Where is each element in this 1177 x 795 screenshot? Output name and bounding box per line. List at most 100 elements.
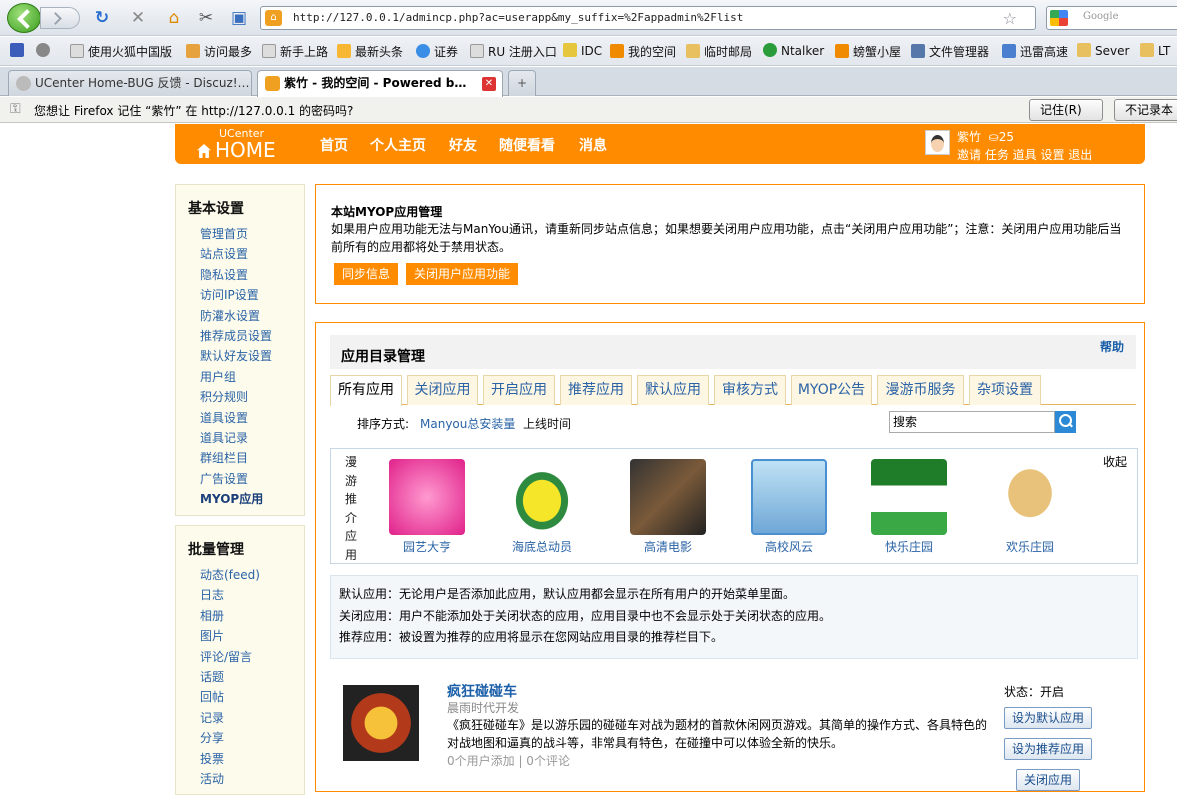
bookmark-item[interactable]: 最新头条: [337, 43, 403, 60]
close-tab-icon[interactable]: ✕: [482, 77, 496, 91]
close-app-button[interactable]: 关闭应用: [1016, 769, 1081, 791]
sidebar-item[interactable]: 记录: [176, 708, 304, 728]
rec-app-name[interactable]: 海底总动员: [487, 538, 597, 555]
tab-myop-notice[interactable]: MYOP公告: [791, 375, 872, 405]
sidebar-item[interactable]: 分享: [176, 728, 304, 748]
rec-app[interactable]: 高校风云: [734, 459, 844, 555]
bookmark-item[interactable]: LT: [1140, 43, 1170, 58]
nav-friends[interactable]: 好友: [449, 135, 477, 155]
sidebar-item-myop-current[interactable]: MYOP应用: [176, 489, 304, 509]
sidebar-item[interactable]: 道具记录: [176, 428, 304, 448]
bookmark-item[interactable]: 新手上路: [262, 43, 328, 60]
sidebar-item[interactable]: 站点设置: [176, 244, 304, 264]
set-recommended-button[interactable]: 设为推荐应用: [1004, 738, 1093, 760]
remember-password-button[interactable]: 记住(R): [1029, 99, 1103, 121]
user-name[interactable]: 紫竹: [957, 130, 981, 144]
window-icon[interactable]: ▣: [229, 8, 249, 28]
stop-icon[interactable]: ✕: [128, 8, 148, 28]
rec-app[interactable]: 园艺大亨: [372, 459, 482, 555]
sidebar-item[interactable]: 广告设置: [176, 469, 304, 489]
back-button[interactable]: [7, 3, 41, 33]
sort-by-installs[interactable]: Manyou总安装量: [420, 415, 515, 432]
app-search-input[interactable]: 搜索: [889, 411, 1055, 433]
sidebar-item[interactable]: 推荐成员设置: [176, 326, 304, 346]
new-tab-button[interactable]: +: [508, 70, 536, 96]
sidebar-item[interactable]: 积分规则: [176, 387, 304, 407]
bookmark-item[interactable]: RU 注册入口: [470, 43, 557, 60]
web-search-box[interactable]: Google: [1046, 6, 1177, 30]
sort-by-date[interactable]: 上线时间: [523, 415, 571, 432]
sidebar-item[interactable]: 相册: [176, 606, 304, 626]
sidebar-item[interactable]: 动态(feed): [176, 565, 304, 585]
forward-button[interactable]: [40, 7, 80, 29]
nav-profile[interactable]: 个人主页: [370, 135, 426, 155]
tab-coin-service[interactable]: 漫游币服务: [877, 375, 964, 405]
bookmark-item[interactable]: 证券: [416, 43, 458, 60]
bookmark-item[interactable]: Sever: [1077, 43, 1129, 58]
history-icon[interactable]: [36, 43, 54, 58]
app-name[interactable]: 疯狂碰碰车: [447, 681, 517, 701]
bookmark-menu-icon[interactable]: [10, 43, 28, 58]
rec-app-name[interactable]: 快乐庄园: [854, 538, 964, 555]
sidebar-item[interactable]: 管理首页: [176, 224, 304, 244]
bookmark-item[interactable]: 临时邮局: [686, 43, 752, 60]
set-default-button[interactable]: 设为默认应用: [1004, 707, 1093, 729]
nav-messages[interactable]: 消息: [579, 135, 607, 155]
bookmark-item[interactable]: Ntalker: [763, 43, 824, 58]
address-bar[interactable]: ⌂ http://127.0.0.1/admincp.php?ac=userap…: [260, 6, 1036, 30]
tab-closed-apps[interactable]: 关闭应用: [407, 375, 478, 405]
user-links[interactable]: 邀请 任务 道具 设置 退出: [957, 146, 1092, 163]
tab-ucenter-bug[interactable]: UCenter Home-BUG 反馈 - Discuz!…: [8, 70, 252, 96]
sidebar-item[interactable]: 访问IP设置: [176, 285, 304, 305]
tab-default-apps[interactable]: 默认应用: [637, 375, 709, 405]
sidebar-item[interactable]: 回帖: [176, 687, 304, 707]
tab-enabled-apps[interactable]: 开启应用: [483, 375, 555, 405]
never-remember-button[interactable]: 不记录本站: [1114, 99, 1177, 137]
sidebar-item[interactable]: 用户组: [176, 367, 304, 387]
sidebar-item[interactable]: 默认好友设置: [176, 346, 304, 366]
reload-icon[interactable]: ↻: [92, 8, 112, 28]
rec-app-name[interactable]: 欢乐庄园: [975, 538, 1085, 555]
sidebar-item[interactable]: 隐私设置: [176, 265, 304, 285]
bookmark-item[interactable]: 我的空间: [610, 43, 676, 60]
sidebar-item[interactable]: 活动: [176, 769, 304, 789]
sidebar-item[interactable]: 防灌水设置: [176, 306, 304, 326]
bookmark-star-icon[interactable]: ☆: [1003, 9, 1017, 28]
rec-app[interactable]: 海底总动员: [487, 459, 597, 555]
sync-info-button[interactable]: 同步信息: [334, 263, 399, 285]
avatar[interactable]: [925, 130, 950, 155]
rec-app[interactable]: 快乐庄园: [854, 459, 964, 555]
rec-app[interactable]: 欢乐庄园: [975, 459, 1085, 555]
close-user-apps-button[interactable]: 关闭用户应用功能: [406, 263, 519, 285]
tab-my-space[interactable]: 紫竹 - 我的空间 - Powered b… ✕: [257, 70, 503, 97]
sidebar-item[interactable]: 话题: [176, 667, 304, 687]
bookmark-item[interactable]: 文件管理器: [911, 43, 989, 60]
collapse-link[interactable]: 收起: [1103, 453, 1127, 470]
tab-misc-settings[interactable]: 杂项设置: [969, 375, 1041, 405]
nav-home[interactable]: 首页: [320, 135, 348, 155]
help-link[interactable]: 帮助: [1100, 338, 1124, 355]
sidebar-item[interactable]: 图片: [176, 626, 304, 646]
bookmark-item[interactable]: 迅雷高速: [1002, 43, 1068, 60]
tab-recommended-apps[interactable]: 推荐应用: [560, 375, 632, 405]
home-icon[interactable]: ⌂: [164, 8, 184, 28]
sidebar-item[interactable]: 评论/留言: [176, 647, 304, 667]
rec-app[interactable]: 高清电影: [613, 459, 723, 555]
rec-app-name[interactable]: 园艺大亨: [372, 538, 482, 555]
bookmark-item[interactable]: 访问最多: [186, 43, 252, 60]
search-icon[interactable]: [1055, 411, 1076, 433]
sidebar-item[interactable]: 日志: [176, 585, 304, 605]
rec-app-name[interactable]: 高校风云: [734, 538, 844, 555]
logo-home[interactable]: HOME: [197, 138, 276, 162]
tab-review-mode[interactable]: 审核方式: [714, 375, 786, 405]
sidebar-item[interactable]: 投票: [176, 749, 304, 769]
sidebar-item[interactable]: 群组栏目: [176, 448, 304, 468]
address-text[interactable]: http://127.0.0.1/admincp.php?ac=userapp&…: [293, 11, 743, 24]
app-thumbnail[interactable]: [343, 685, 419, 761]
cut-icon[interactable]: ✂: [196, 8, 216, 28]
bookmark-item[interactable]: IDC: [563, 43, 602, 58]
rec-app-name[interactable]: 高清电影: [613, 538, 723, 555]
tab-all-apps[interactable]: 所有应用: [330, 375, 402, 406]
bookmark-item[interactable]: 螃蟹小屋: [835, 43, 901, 60]
bookmark-item[interactable]: 使用火狐中国版: [70, 43, 172, 60]
